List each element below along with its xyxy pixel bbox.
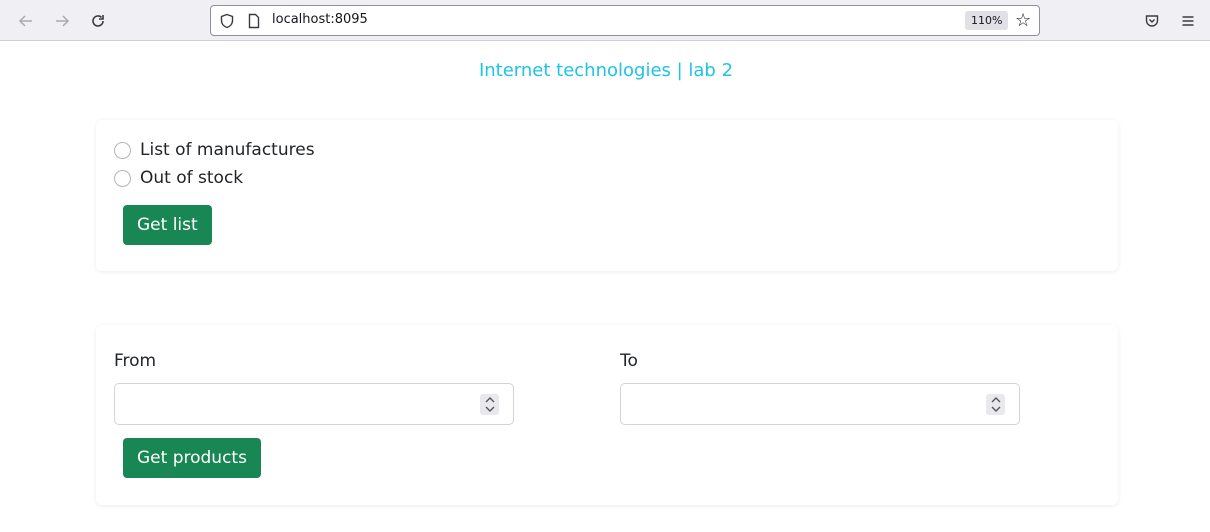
chevron-down-icon[interactable] [485,406,495,412]
forward-button[interactable] [49,8,75,34]
from-input[interactable] [114,383,514,425]
radio-button[interactable] [114,141,131,159]
arrow-right-icon [56,15,70,27]
radio-option-out-of-stock[interactable]: Out of stock [114,168,243,188]
pocket-icon [1145,15,1159,27]
page-icon[interactable] [246,13,262,29]
get-list-button[interactable]: Get list [123,205,212,245]
to-input[interactable] [620,383,1020,425]
chevron-down-icon[interactable] [991,406,1001,412]
star-icon[interactable]: ☆ [1015,10,1031,31]
radio-option-manufactures[interactable]: List of manufactures [114,140,315,160]
radio-label[interactable]: List of manufactures [140,140,315,160]
hamburger-menu-icon [1182,16,1194,26]
list-options-card: List of manufactures Out of stock Get li… [96,120,1118,271]
browser-toolbar: localhost:8095 110% ☆ [0,0,1210,41]
number-spinner[interactable] [480,394,499,415]
zoom-level-badge[interactable]: 110% [965,11,1009,30]
back-button[interactable] [13,8,39,34]
to-label: To [620,351,638,371]
tracking-protection-icon[interactable] [219,13,235,29]
number-spinner[interactable] [986,394,1005,415]
url-text[interactable]: localhost:8095 [272,12,368,27]
from-label: From [114,351,157,371]
price-range-card: From To Get products [96,325,1118,505]
radio-label[interactable]: Out of stock [140,168,243,188]
arrow-left-icon [18,15,32,27]
menu-button[interactable] [1175,8,1201,34]
page-title: Internet technologies | lab 2 [478,60,734,81]
url-bar[interactable]: localhost:8095 110% ☆ [210,5,1040,36]
get-products-button[interactable]: Get products [123,438,261,478]
reload-icon [92,15,104,27]
radio-button[interactable] [114,169,131,187]
chevron-up-icon[interactable] [991,397,1001,403]
chevron-up-icon[interactable] [485,397,495,403]
reload-button[interactable] [85,8,111,34]
pocket-button[interactable] [1139,8,1165,34]
